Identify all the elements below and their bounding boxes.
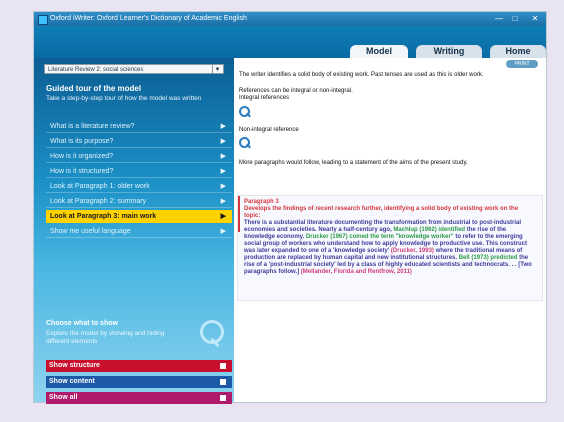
structure-marker [238,196,240,232]
guided-tour-menu: What is a literature review? ▶ What is i… [46,120,232,240]
tab-model[interactable]: Model [350,45,408,58]
chevron-down-icon[interactable]: ▼ [212,65,222,73]
menu-item-paragraph-1[interactable]: Look at Paragraph 1: older work ▶ [46,180,232,193]
close-icon[interactable]: ✕ [528,13,542,25]
model-select[interactable]: Literature Review 2: social sciences ▼ [44,64,224,74]
citation-highlight: Drucker (1967) coined the term "knowledg… [305,234,454,240]
guided-tour-description: Take a step-by-step tour of how the mode… [46,95,202,102]
arrow-right-icon: ▶ [220,153,226,160]
menu-item-paragraph-2[interactable]: Look at Paragraph 2: summary ▶ [46,195,232,208]
menu-item-organized[interactable]: How is it organized? ▶ [46,150,232,163]
guided-tour-title: Guided tour of the model [46,84,142,93]
show-content-toggle[interactable]: Show content [46,376,232,388]
menu-item-structured[interactable]: How is it structured? ▶ [46,165,232,178]
arrow-right-icon: ▶ [220,123,226,130]
explanation-line: The writer identifies a solid body of ex… [239,72,484,78]
print-button[interactable]: PRINT [506,60,538,68]
magnifier-icon-handle [246,112,251,118]
arrow-right-icon: ▶ [220,138,226,145]
tab-home[interactable]: Home [490,45,546,58]
menu-item-purpose[interactable]: What is its purpose? ▶ [46,135,232,148]
window-title: Oxford iWriter: Oxford Learner's Diction… [50,15,247,22]
title-bar: Oxford iWriter: Oxford Learner's Diction… [34,12,546,26]
app-window: Oxford iWriter: Oxford Learner's Diction… [34,12,546,404]
menu-item-label: What is a literature review? [50,123,135,130]
arrow-right-icon: ▶ [220,168,226,175]
choose-what-to-show-description: Explore the model by showing and hiding … [46,330,165,345]
paragraph-heading: Paragraph 3 Develops the findings of rec… [244,199,536,220]
toggle-label: Show all [49,394,78,401]
checkbox-icon[interactable] [220,379,226,385]
citation-highlight: Bell (1973) predicted [458,255,518,261]
choose-what-to-show-title: Choose what to show [46,320,118,327]
paragraph-title: Paragraph 3 [244,199,279,205]
menu-item-label: Look at Paragraph 1: older work [50,183,150,190]
menu-item-what-is-literature-review[interactable]: What is a literature review? ▶ [46,120,232,133]
checkbox-icon[interactable] [220,363,226,369]
explanation-line: More paragraphs would follow, leading to… [239,160,468,166]
main-content: PRINT The writer identifies a solid body… [234,58,546,402]
explanation-line: References can be integral or non-integr… [239,88,353,94]
paragraph-subtitle: Develops the findings of recent research… [244,206,519,219]
top-navigation: Model Writing Home [34,26,546,58]
explanation-line: Non-integral reference [239,127,299,133]
blank-area [238,304,542,402]
explanation-line: Integral references [239,95,290,101]
checkbox-icon[interactable] [220,395,226,401]
maximize-icon[interactable]: □ [508,13,522,25]
citation-highlight: Machlup (1962) identified [393,227,466,233]
paragraph-body: There is a substantial literature docume… [244,220,536,276]
menu-item-label: How is it structured? [50,168,114,175]
model-select-value: Literature Review 2: social sciences [48,67,144,73]
show-structure-toggle[interactable]: Show structure [46,360,232,372]
citation-highlight: (Mellander, Florida and Rentfrow, 2011) [300,269,412,275]
sidebar: Literature Review 2: social sciences ▼ G… [34,58,234,404]
arrow-right-icon: ▶ [220,183,226,190]
arrow-right-icon: ▶ [220,198,226,205]
arrow-right-icon: ▶ [220,213,226,220]
toggle-label: Show content [49,378,95,385]
citation-highlight: (Drucker, 1993) [390,248,434,254]
app-icon [38,15,48,25]
menu-item-label: How is it organized? [50,153,114,160]
show-all-toggle[interactable]: Show all [46,392,232,404]
menu-item-useful-language[interactable]: Show me useful language ▶ [46,225,232,238]
menu-item-label: What is its purpose? [50,138,114,145]
menu-item-paragraph-3[interactable]: Look at Paragraph 3: main work ▶ [46,210,232,223]
toggle-label: Show structure [49,362,100,369]
menu-item-label: Look at Paragraph 2: summary [50,198,147,205]
paragraph-3-box: Paragraph 3 Develops the findings of rec… [238,196,542,300]
menu-item-label: Look at Paragraph 3: main work [50,213,157,220]
magnifier-icon-handle [246,143,251,149]
minimize-icon[interactable]: — [492,13,506,25]
tab-writing[interactable]: Writing [416,45,482,58]
arrow-right-icon: ▶ [220,228,226,235]
menu-item-label: Show me useful language [50,228,131,235]
